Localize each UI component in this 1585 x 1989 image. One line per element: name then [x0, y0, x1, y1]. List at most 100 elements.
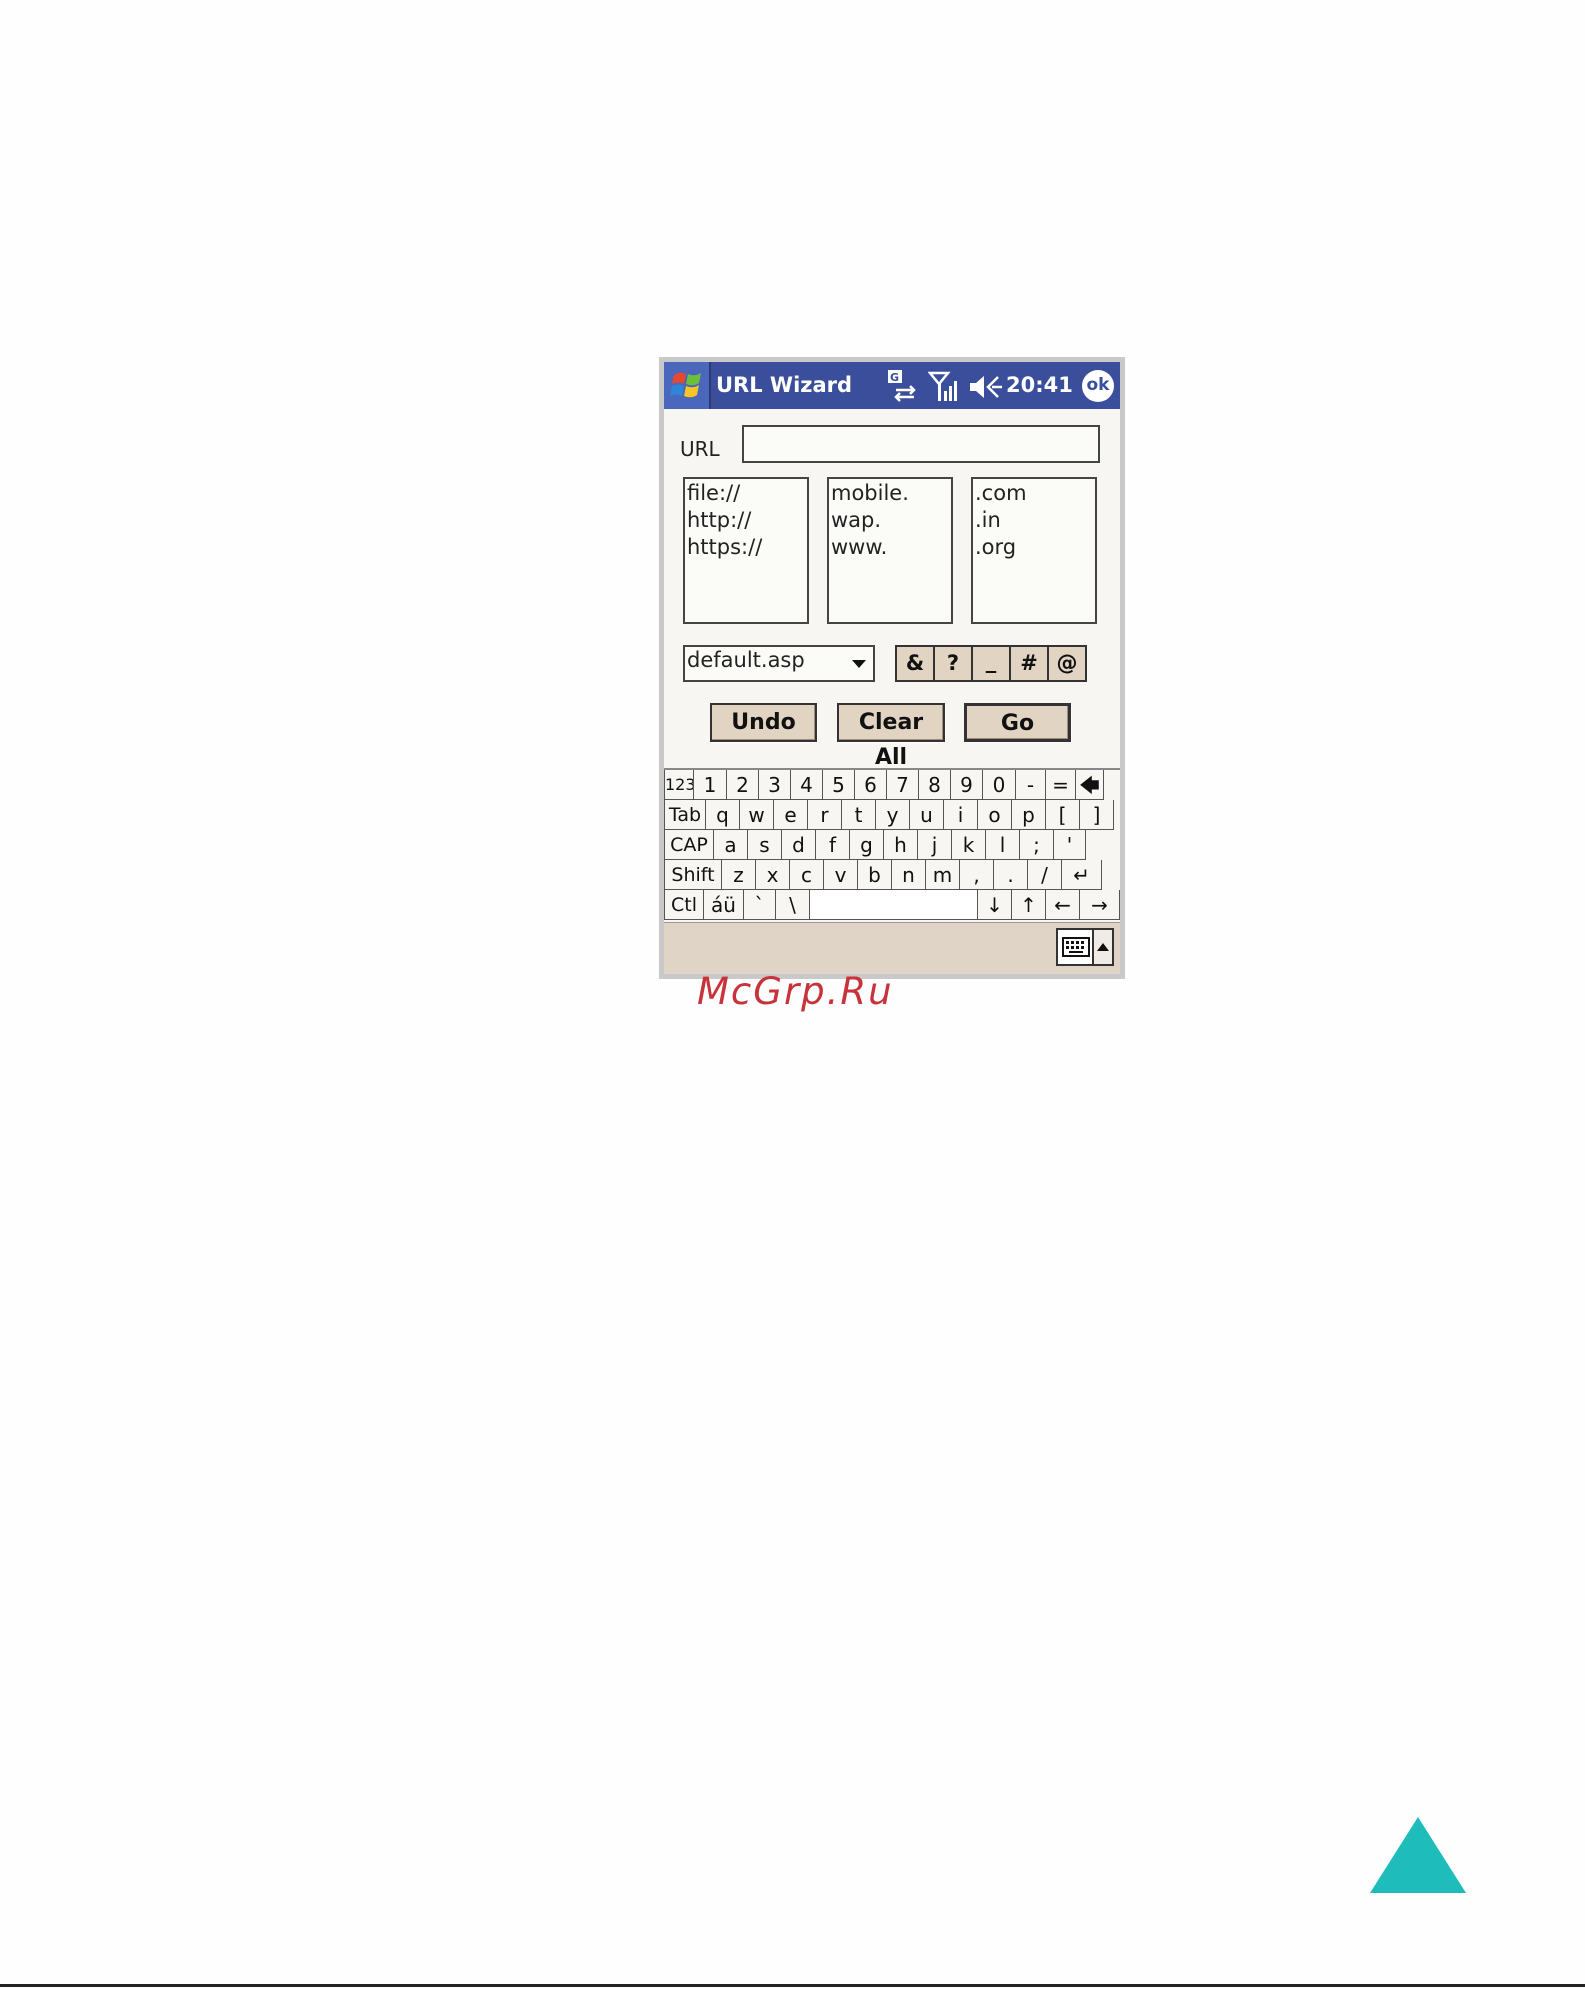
key-q[interactable]: q — [706, 800, 740, 830]
key-accents[interactable]: áü — [704, 890, 744, 920]
key-v[interactable]: v — [824, 860, 858, 890]
key-8[interactable]: 8 — [919, 770, 951, 800]
start-button[interactable] — [664, 362, 711, 409]
key-l[interactable]: l — [986, 830, 1020, 860]
key-,[interactable]: , — [960, 860, 994, 890]
list-item[interactable]: https:// — [687, 534, 807, 561]
key-h[interactable]: h — [884, 830, 918, 860]
suffix-list[interactable]: .com .in .org — [971, 477, 1097, 624]
key-down[interactable]: ↓ — [978, 890, 1012, 920]
page-dropdown-value: default.asp — [687, 648, 805, 672]
key-[[interactable]: [ — [1046, 800, 1080, 830]
list-item[interactable]: .com — [975, 480, 1095, 507]
key-up[interactable]: ↑ — [1012, 890, 1046, 920]
page-dropdown[interactable]: default.asp — [683, 645, 875, 682]
key-y[interactable]: y — [876, 800, 910, 830]
menu-bar — [664, 922, 1120, 974]
key-a[interactable]: a — [714, 830, 748, 860]
key-f[interactable]: f — [816, 830, 850, 860]
key-tab[interactable]: Tab — [664, 800, 706, 830]
list-item[interactable]: .org — [975, 534, 1095, 561]
key-i[interactable]: i — [944, 800, 978, 830]
key-;[interactable]: ; — [1020, 830, 1054, 860]
list-item[interactable]: wap. — [831, 507, 951, 534]
key-r[interactable]: r — [808, 800, 842, 830]
input-method-menu-button[interactable] — [1094, 928, 1114, 966]
key-numbers[interactable]: 123 — [664, 770, 694, 800]
ok-button[interactable]: ok — [1082, 370, 1114, 402]
clock[interactable]: 20:41 — [1006, 373, 1073, 397]
key-caps[interactable]: CAP — [664, 830, 714, 860]
key-enter[interactable]: ↵ — [1062, 860, 1102, 890]
key--[interactable]: - — [1016, 770, 1046, 800]
key-s[interactable]: s — [748, 830, 782, 860]
key-7[interactable]: 7 — [887, 770, 919, 800]
keyboard-row-1: 123 1 2 3 4 5 6 7 8 9 0- = 🡄 — [664, 770, 1120, 800]
list-item[interactable]: www. — [831, 534, 951, 561]
key-shift[interactable]: Shift — [664, 860, 722, 890]
key-g[interactable]: g — [850, 830, 884, 860]
key-0[interactable]: 0 — [983, 770, 1016, 800]
key-9[interactable]: 9 — [951, 770, 983, 800]
key-p[interactable]: p — [1012, 800, 1046, 830]
key-z[interactable]: z — [722, 860, 756, 890]
key-j[interactable]: j — [918, 830, 952, 860]
key-c[interactable]: c — [790, 860, 824, 890]
key-t[interactable]: t — [842, 800, 876, 830]
key-b[interactable]: b — [858, 860, 892, 890]
key-right[interactable]: → — [1080, 890, 1120, 920]
keyboard-row-5: Ctl áü ` \ ↓ ↑ ← → — [664, 890, 1120, 920]
key-o[interactable]: o — [978, 800, 1012, 830]
signal-strength-icon[interactable] — [928, 371, 958, 403]
list-item[interactable]: http:// — [687, 507, 807, 534]
triangle-up-icon[interactable] — [1368, 1815, 1468, 1895]
key-d[interactable]: d — [782, 830, 816, 860]
go-button[interactable]: Go — [964, 703, 1071, 742]
key-5[interactable]: 5 — [823, 770, 855, 800]
symbol-at-button[interactable]: @ — [1047, 645, 1087, 682]
key-][interactable]: ] — [1080, 800, 1114, 830]
title-bar: URL Wizard G 20:41 ok — [664, 362, 1120, 409]
undo-button[interactable]: Undo — [710, 703, 817, 742]
window-title: URL Wizard — [716, 373, 853, 397]
key-w[interactable]: w — [740, 800, 774, 830]
url-label: URL — [680, 437, 720, 461]
prefix-list[interactable]: mobile. wap. www. — [827, 477, 953, 624]
key-x[interactable]: x — [756, 860, 790, 890]
key-2[interactable]: 2 — [727, 770, 759, 800]
key-n[interactable]: n — [892, 860, 926, 890]
key-.[interactable]: . — [994, 860, 1028, 890]
chevron-down-icon — [852, 660, 866, 668]
key-left[interactable]: ← — [1046, 890, 1080, 920]
input-panel-button[interactable] — [1056, 928, 1094, 966]
key-4[interactable]: 4 — [791, 770, 823, 800]
symbol-hash-button[interactable]: # — [1009, 645, 1049, 682]
svg-text:G: G — [890, 371, 899, 384]
list-item[interactable]: mobile. — [831, 480, 951, 507]
symbol-ampersand-button[interactable]: & — [895, 645, 935, 682]
key-1[interactable]: 1 — [694, 770, 727, 800]
key-e[interactable]: e — [774, 800, 808, 830]
speaker-icon[interactable] — [968, 373, 1004, 401]
key-space[interactable] — [810, 890, 978, 920]
url-input[interactable] — [742, 425, 1100, 463]
key-6[interactable]: 6 — [855, 770, 887, 800]
symbol-underscore-button[interactable]: _ — [971, 645, 1011, 682]
protocol-list[interactable]: file:// http:// https:// — [683, 477, 809, 624]
key-'[interactable]: ' — [1054, 830, 1086, 860]
data-connection-icon[interactable]: G — [886, 368, 920, 402]
key-`[interactable]: ` — [744, 890, 776, 920]
key-u[interactable]: u — [910, 800, 944, 830]
key-backspace[interactable]: 🡄 — [1076, 770, 1104, 800]
key-3[interactable]: 3 — [759, 770, 791, 800]
key-\[interactable]: \ — [776, 890, 810, 920]
key-ctrl[interactable]: Ctl — [664, 890, 704, 920]
clear-all-button[interactable]: Clear All — [837, 703, 945, 770]
key-k[interactable]: k — [952, 830, 986, 860]
key-=[interactable]: = — [1046, 770, 1076, 800]
list-item[interactable]: .in — [975, 507, 1095, 534]
list-item[interactable]: file:// — [687, 480, 807, 507]
key-m[interactable]: m — [926, 860, 960, 890]
symbol-question-button[interactable]: ? — [933, 645, 973, 682]
key-/[interactable]: / — [1028, 860, 1062, 890]
